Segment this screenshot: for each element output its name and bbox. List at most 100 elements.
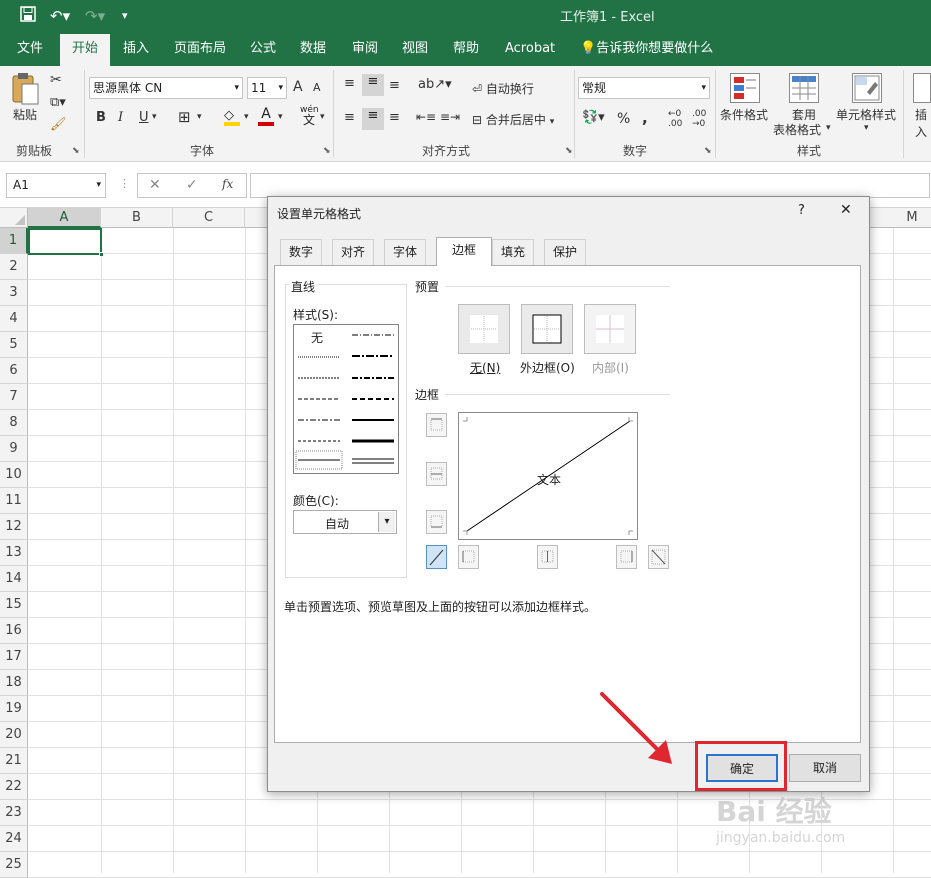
tab-insert[interactable]: 插入 bbox=[117, 36, 155, 66]
orientation-icon[interactable]: ab↗▾ bbox=[418, 77, 452, 92]
cut-icon[interactable]: ✂ bbox=[50, 72, 62, 88]
row-header[interactable]: 18 bbox=[0, 670, 28, 696]
align-top-icon[interactable]: ≡ bbox=[344, 76, 355, 91]
enter-icon[interactable]: ✓ bbox=[186, 177, 198, 193]
phonetic-guide-icon[interactable]: wén 文 bbox=[300, 105, 319, 126]
tab-font[interactable]: 字体 bbox=[384, 239, 427, 265]
decrease-indent-icon[interactable]: ⇤≡ bbox=[416, 110, 436, 124]
dialog-launcher-icon[interactable]: ⬊ bbox=[72, 146, 80, 156]
chevron-down-icon[interactable]: ▾ bbox=[378, 512, 395, 532]
number-format-select[interactable]: 常规 ▾ bbox=[578, 77, 710, 99]
row-header[interactable]: 21 bbox=[0, 748, 28, 774]
tab-review[interactable]: 审阅 bbox=[346, 36, 384, 66]
insert-cells-button[interactable]: 插入 bbox=[915, 106, 931, 140]
column-header-a[interactable]: A bbox=[28, 208, 101, 228]
tab-formulas[interactable]: 公式 bbox=[244, 36, 282, 66]
tab-view[interactable]: 视图 bbox=[396, 36, 434, 66]
save-icon[interactable] bbox=[20, 6, 36, 27]
select-all-corner[interactable] bbox=[0, 208, 28, 228]
increase-indent-icon[interactable]: ≡⇥ bbox=[440, 110, 460, 124]
accounting-format-icon[interactable]: 💱▾ bbox=[582, 110, 605, 125]
help-button[interactable]: ? bbox=[798, 203, 805, 218]
tab-page-layout[interactable]: 页面布局 bbox=[168, 36, 232, 66]
border-diagonal-down-button[interactable] bbox=[648, 545, 669, 569]
dialog-launcher-icon[interactable]: ⬊ bbox=[704, 146, 712, 156]
border-bottom-button[interactable] bbox=[426, 510, 447, 534]
cancel-icon[interactable]: ✕ bbox=[149, 177, 161, 193]
row-header[interactable]: 13 bbox=[0, 540, 28, 566]
chevron-down-icon[interactable]: ▾ bbox=[320, 112, 325, 122]
cancel-button[interactable]: 取消 bbox=[789, 754, 861, 782]
close-icon[interactable]: ✕ bbox=[840, 202, 852, 218]
column-header-m[interactable]: M bbox=[893, 208, 931, 228]
chevron-down-icon[interactable]: ▾ bbox=[278, 112, 283, 122]
border-middle-v-button[interactable] bbox=[537, 545, 558, 569]
row-header[interactable]: 22 bbox=[0, 774, 28, 800]
decrease-font-icon[interactable]: A bbox=[313, 81, 321, 94]
line-style-list[interactable]: 无 bbox=[293, 324, 399, 474]
percent-style-button[interactable]: % bbox=[617, 111, 630, 127]
row-header[interactable]: 3 bbox=[0, 280, 28, 306]
insert-function-icon[interactable]: fx bbox=[222, 177, 233, 191]
align-middle-icon[interactable]: ≡ bbox=[362, 74, 384, 96]
tell-me-box[interactable]: 💡告诉我你想要做什么 bbox=[574, 36, 719, 66]
insert-cells-icon[interactable] bbox=[913, 73, 931, 103]
dialog-launcher-icon[interactable]: ⬊ bbox=[323, 146, 331, 156]
row-header[interactable]: 23 bbox=[0, 800, 28, 826]
paste-button[interactable]: 粘贴 bbox=[13, 106, 37, 123]
paste-icon[interactable] bbox=[10, 72, 42, 106]
chevron-down-icon[interactable]: ▾ bbox=[197, 112, 202, 122]
tab-help[interactable]: 帮助 bbox=[447, 36, 485, 66]
tab-number[interactable]: 数字 bbox=[280, 239, 323, 265]
chevron-down-icon[interactable]: ▾ bbox=[864, 123, 869, 133]
customize-qat-icon[interactable]: ▾ bbox=[122, 6, 128, 26]
bold-button[interactable]: B bbox=[96, 110, 106, 125]
row-header[interactable]: 7 bbox=[0, 384, 28, 410]
format-painter-icon[interactable]: 🖌 bbox=[50, 117, 67, 132]
align-left-icon[interactable]: ≡ bbox=[344, 110, 355, 125]
merge-center-button[interactable]: ⊟ 合并后居中 ▾ bbox=[472, 111, 554, 128]
italic-button[interactable]: I bbox=[118, 110, 123, 125]
row-header[interactable]: 17 bbox=[0, 644, 28, 670]
format-as-table-line2[interactable]: 表格格式 bbox=[773, 121, 821, 138]
chevron-down-icon[interactable]: ▾ bbox=[826, 123, 831, 133]
row-header[interactable]: 6 bbox=[0, 358, 28, 384]
column-header-c[interactable]: C bbox=[173, 208, 245, 228]
chevron-down-icon[interactable]: ▾ bbox=[152, 112, 157, 122]
border-middle-h-button[interactable] bbox=[426, 462, 447, 486]
tab-protection[interactable]: 保护 bbox=[544, 239, 587, 265]
line-style-samples[interactable] bbox=[294, 325, 398, 473]
underline-button[interactable]: U bbox=[139, 110, 149, 125]
format-as-table-icon[interactable] bbox=[789, 73, 819, 103]
conditional-formatting-button[interactable]: 条件格式 bbox=[720, 106, 768, 123]
row-header[interactable]: 24 bbox=[0, 826, 28, 852]
tab-data[interactable]: 数据 bbox=[294, 36, 332, 66]
row-header[interactable]: 10 bbox=[0, 462, 28, 488]
tab-alignment[interactable]: 对齐 bbox=[332, 239, 375, 265]
undo-icon[interactable]: ↶▾ bbox=[50, 6, 70, 26]
align-center-icon[interactable]: ≡ bbox=[362, 108, 384, 130]
row-header[interactable]: 25 bbox=[0, 852, 28, 878]
comma-style-button[interactable]: , bbox=[642, 109, 648, 127]
row-header[interactable]: 12 bbox=[0, 514, 28, 540]
dialog-launcher-icon[interactable]: ⬊ bbox=[565, 146, 573, 156]
borders-icon[interactable]: ⊞ bbox=[178, 108, 191, 126]
border-preview[interactable]: 文本 bbox=[458, 412, 638, 540]
font-name-select[interactable]: 思源黑体 CN ▾ bbox=[89, 77, 243, 99]
cell-styles-icon[interactable] bbox=[852, 73, 882, 103]
cell-styles-button[interactable]: 单元格样式 bbox=[836, 106, 896, 123]
copy-icon[interactable]: ⧉▾ bbox=[50, 95, 66, 110]
wrap-text-button[interactable]: ⏎ 自动换行 bbox=[472, 80, 534, 97]
border-diagonal-up-button[interactable] bbox=[426, 545, 447, 569]
row-header[interactable]: 20 bbox=[0, 722, 28, 748]
row-header[interactable]: 16 bbox=[0, 618, 28, 644]
tab-home[interactable]: 开始 bbox=[60, 34, 110, 66]
row-header[interactable]: 14 bbox=[0, 566, 28, 592]
font-color-icon[interactable]: A bbox=[258, 106, 274, 126]
border-top-button[interactable] bbox=[426, 413, 447, 437]
tab-fill[interactable]: 填充 bbox=[492, 239, 535, 265]
preset-outline-button[interactable] bbox=[521, 304, 573, 354]
name-box[interactable]: A1 ▾ bbox=[6, 173, 106, 198]
row-header[interactable]: 15 bbox=[0, 592, 28, 618]
active-cell[interactable] bbox=[28, 228, 104, 257]
